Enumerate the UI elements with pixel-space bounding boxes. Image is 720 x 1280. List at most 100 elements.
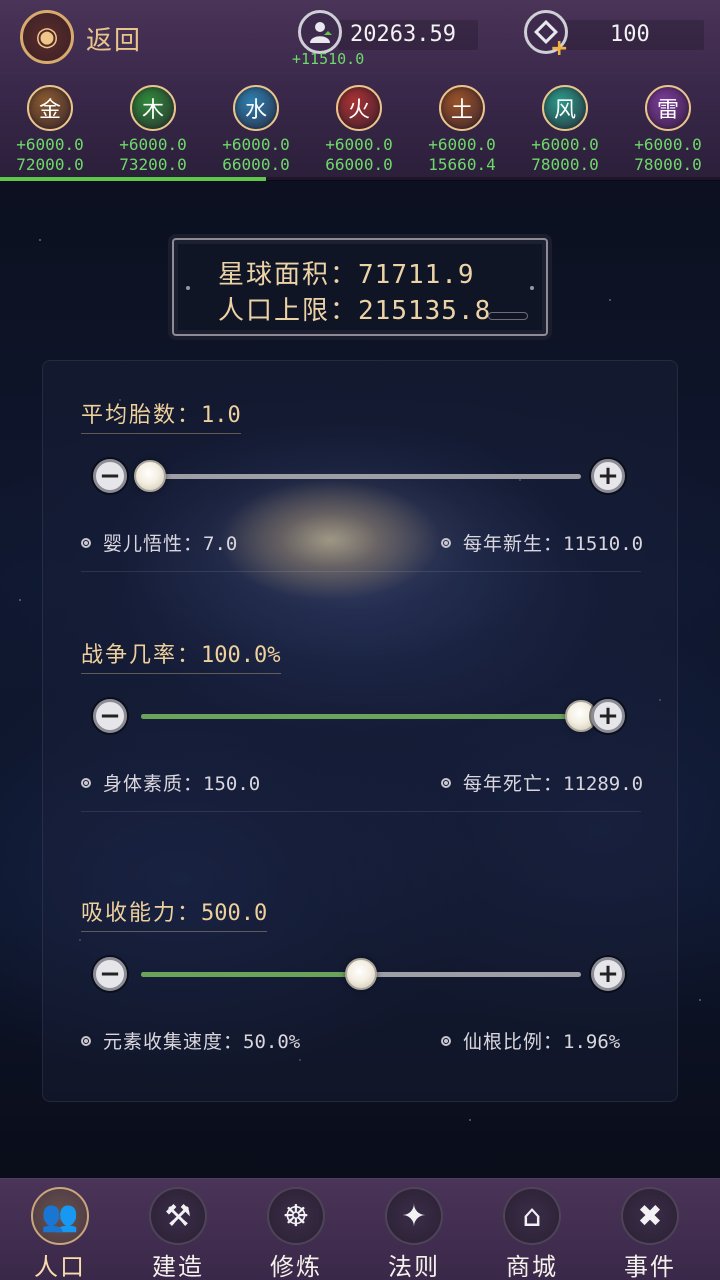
- increase-button[interactable]: +: [591, 459, 625, 493]
- nav-item[interactable]: ⚒ 建造: [128, 1187, 228, 1280]
- element-total: 72000.0: [16, 155, 84, 174]
- element-total: 73200.0: [119, 155, 187, 174]
- section-divider: [81, 811, 641, 812]
- scroll-icon: ✦: [385, 1187, 443, 1245]
- element-item: 火 +6000.0 66000.0: [309, 85, 409, 175]
- coin-value: 100: [610, 22, 650, 47]
- right-stat: 仙根比例：1.96%: [441, 1027, 620, 1054]
- back-icon: ◉: [20, 10, 74, 64]
- section-value: 100.0%: [201, 643, 281, 668]
- element-item: 雷 +6000.0 78000.0: [618, 85, 718, 175]
- bullet-icon: [441, 1036, 451, 1046]
- element-badge-icon: 水: [233, 85, 279, 131]
- left-stat: 身体素质：150.0: [81, 769, 260, 796]
- element-item: 水 +6000.0 66000.0: [206, 85, 306, 175]
- planet-info-box: 星球面积：71711.9 人口上限：215135.8: [172, 238, 548, 336]
- element-item: 金 +6000.0 72000.0: [0, 85, 100, 175]
- nav-item[interactable]: ⌂ 商城: [482, 1187, 582, 1280]
- bullet-icon: [441, 778, 451, 788]
- element-badge-icon: 火: [336, 85, 382, 131]
- shop-icon: ⌂: [503, 1187, 561, 1245]
- settings-panel: 平均胎数：1.0 − + 婴儿悟性：7.0 每年新生：11510.0 战争几率：100.0…: [42, 360, 678, 1102]
- back-label: 返回: [86, 26, 143, 56]
- element-rate: +6000.0: [634, 135, 702, 154]
- nav-label: 修炼: [270, 1253, 322, 1280]
- book-icon: ✖: [621, 1187, 679, 1245]
- decrease-button[interactable]: −: [93, 459, 127, 493]
- element-badge-icon: 土: [439, 85, 485, 131]
- element-total: 78000.0: [634, 155, 702, 174]
- right-stat: 每年新生：11510.0: [441, 529, 643, 556]
- increase-button[interactable]: +: [591, 957, 625, 991]
- population-cap-value: 215135.8: [358, 296, 492, 326]
- right-stat: 每年死亡：11289.0: [441, 769, 643, 796]
- section-title: 战争几率：100.0%: [81, 637, 281, 674]
- slider-track[interactable]: [141, 958, 581, 990]
- element-rate: +6000.0: [531, 135, 599, 154]
- nav-item[interactable]: 👥 人口: [10, 1187, 110, 1280]
- element-rate: +6000.0: [119, 135, 187, 154]
- slider-handle[interactable]: [133, 460, 166, 492]
- element-rate: +6000.0: [222, 135, 290, 154]
- increase-button[interactable]: +: [591, 699, 625, 733]
- population-cap: 人口上限：215135.8: [218, 296, 492, 326]
- top-bar: ◉ 返回 20263.59 +11510.0 + 100: [0, 0, 720, 72]
- bullet-icon: [81, 538, 91, 548]
- nav-item[interactable]: ☸ 修炼: [246, 1187, 346, 1280]
- slider-fill: [141, 972, 361, 977]
- population-value: 20263.59: [350, 22, 456, 47]
- population-icon: [298, 10, 342, 54]
- bullet-icon: [441, 538, 451, 548]
- element-resources: 金 +6000.0 72000.0 木 +6000.0 73200.0 水 +6000.0 66…: [0, 72, 720, 181]
- add-coin-icon[interactable]: +: [550, 36, 568, 61]
- element-progress-bar: [0, 177, 720, 181]
- back-button[interactable]: ◉ 返回: [18, 8, 168, 66]
- planet-area-value: 71711.9: [358, 260, 475, 290]
- element-progress-fill: [0, 177, 267, 181]
- element-badge-icon: 风: [542, 85, 588, 131]
- hammer-wrench-icon: ⚒: [149, 1187, 207, 1245]
- element-rate: +6000.0: [428, 135, 496, 154]
- planet-area: 星球面积：71711.9: [218, 260, 475, 290]
- element-total: 66000.0: [222, 155, 290, 174]
- left-stat: 婴儿悟性：7.0: [81, 529, 237, 556]
- section-value: 1.0: [201, 403, 241, 428]
- population-delta: +11510.0: [292, 50, 365, 68]
- section-title: 吸收能力：500.0: [81, 895, 268, 932]
- slider-track[interactable]: [141, 700, 597, 732]
- nav-label: 人口: [34, 1253, 86, 1280]
- element-badge-icon: 雷: [645, 85, 691, 131]
- element-badge-icon: 金: [27, 85, 73, 131]
- element-item: 木 +6000.0 73200.0: [103, 85, 203, 175]
- bullet-icon: [81, 778, 91, 788]
- population-resource: 20263.59 +11510.0: [292, 10, 478, 68]
- nav-label: 事件: [624, 1253, 676, 1280]
- section-divider: [81, 571, 641, 572]
- element-rate: +6000.0: [16, 135, 84, 154]
- decrease-button[interactable]: −: [93, 957, 127, 991]
- bottom-navigation: 👥 人口 ⚒ 建造 ☸ 修炼 ✦ 法则 ⌂ 商城 ✖ 事件: [0, 1178, 720, 1280]
- left-stat: 元素收集速度：50.0%: [81, 1027, 300, 1054]
- element-total: 66000.0: [325, 155, 393, 174]
- coin-resource[interactable]: + 100: [524, 10, 704, 61]
- element-item: 风 +6000.0 78000.0: [515, 85, 615, 175]
- nav-item[interactable]: ✖ 事件: [600, 1187, 700, 1280]
- element-rate: +6000.0: [325, 135, 393, 154]
- slider-fill: [141, 714, 581, 719]
- meditation-icon: ☸: [267, 1187, 325, 1245]
- nav-label: 建造: [152, 1253, 204, 1280]
- element-item: 土 +6000.0 15660.4: [412, 85, 512, 175]
- nav-label: 法则: [388, 1253, 440, 1280]
- section-value: 500.0: [201, 901, 268, 926]
- section-title: 平均胎数：1.0: [81, 397, 241, 434]
- nav-item[interactable]: ✦ 法则: [364, 1187, 464, 1280]
- nav-label: 商城: [506, 1253, 558, 1280]
- element-total: 15660.4: [428, 155, 496, 174]
- slider-handle[interactable]: [345, 958, 377, 990]
- decrease-button[interactable]: −: [93, 699, 127, 733]
- slider-track[interactable]: [133, 460, 581, 492]
- people-icon: 👥: [31, 1187, 89, 1245]
- element-badge-icon: 木: [130, 85, 176, 131]
- bullet-icon: [81, 1036, 91, 1046]
- element-total: 78000.0: [531, 155, 599, 174]
